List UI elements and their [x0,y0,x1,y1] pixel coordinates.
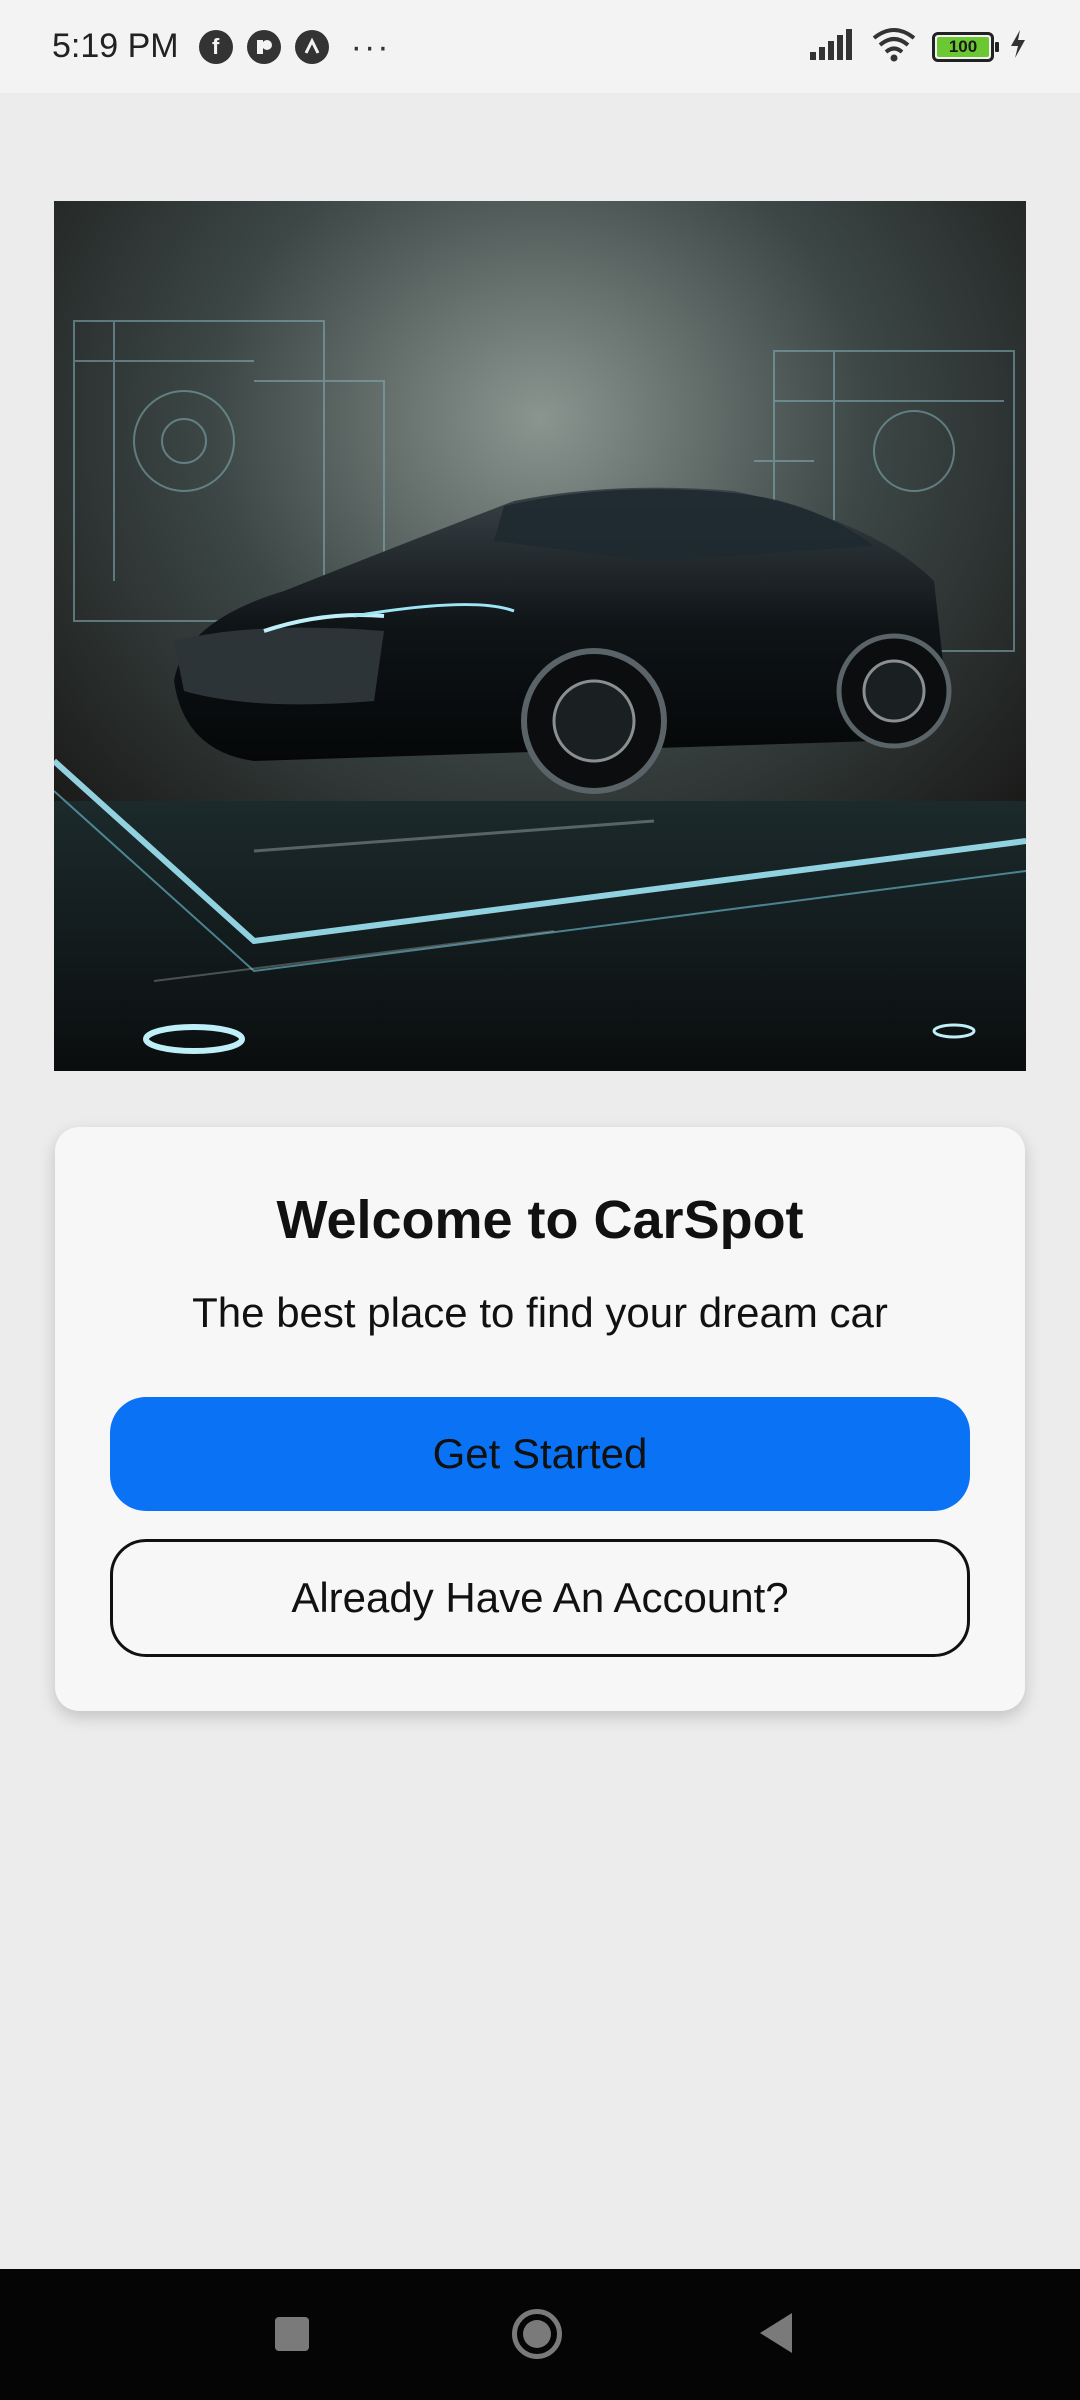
welcome-subtitle: The best place to find your dream car [192,1289,888,1336]
facebook-icon: f [198,29,233,64]
get-started-button[interactable]: Get Started [110,1397,970,1511]
battery-icon: 100 [932,31,999,62]
already-have-account-button[interactable]: Already Have An Account? [110,1539,970,1657]
more-notifications-icon: ··· [350,27,391,66]
battery-level: 100 [937,36,989,57]
back-icon[interactable] [760,2313,792,2353]
wifi-icon [870,26,918,67]
status-left: 5:19 PM f ··· [52,27,391,66]
arc-icon [294,29,329,64]
signal-icon [808,28,856,65]
recents-icon[interactable] [275,2317,309,2351]
navigation-bar [0,2269,1080,2400]
status-bar: 5:19 PM f ··· 100 [0,0,1080,93]
welcome-title: Welcome to CarSpot [276,1190,804,1250]
home-icon[interactable] [512,2309,562,2359]
car-hero-image [54,201,1026,1071]
charging-icon [1008,28,1028,65]
app-icon [246,29,281,64]
welcome-card: Welcome to CarSpot The best place to fin… [55,1127,1025,1711]
status-right: 100 [808,26,1028,67]
status-time: 5:19 PM [52,27,179,65]
